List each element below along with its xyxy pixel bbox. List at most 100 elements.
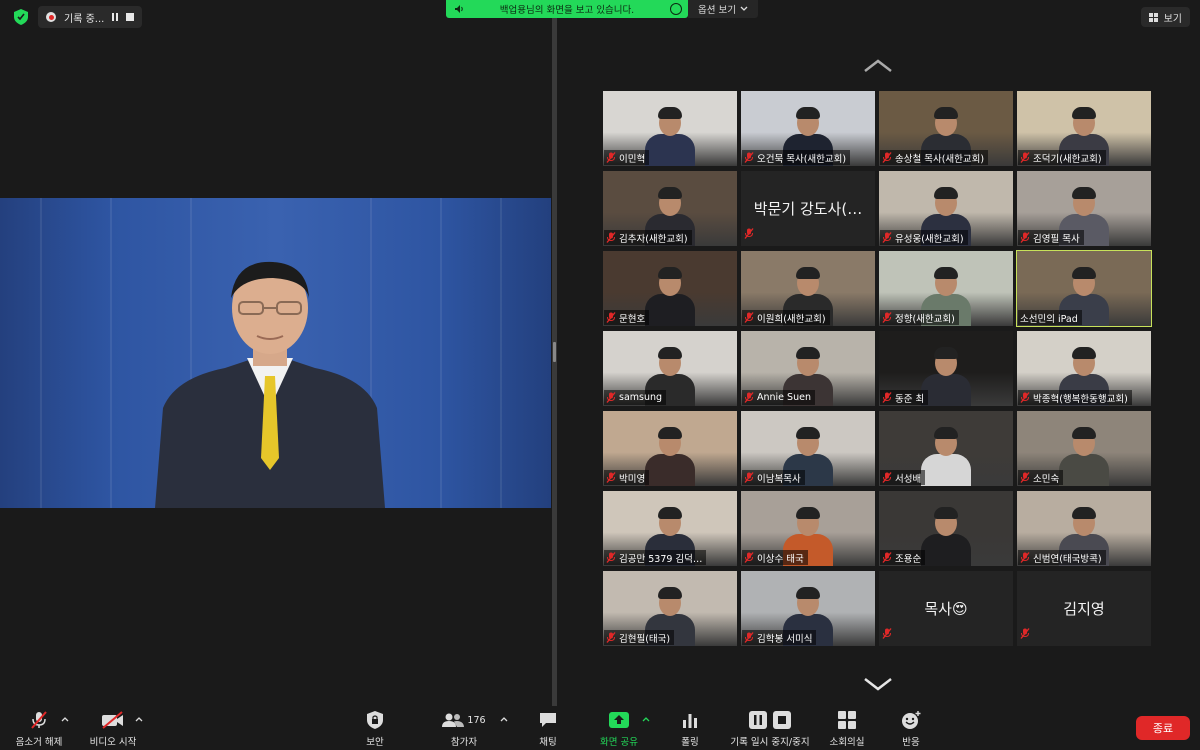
gallery-view-button[interactable]: 보기 [1140,7,1190,27]
participant-tile[interactable]: 박문기 강도사(… [741,171,875,246]
participant-tile[interactable]: 김현필(태국) [603,571,737,646]
chat-button[interactable]: 채팅 [530,706,566,750]
participant-tile[interactable]: 김추자(새한교회) [603,171,737,246]
participant-name: 이남복목사 [757,473,801,485]
participant-name: 서성배 [895,473,922,485]
participant-tile[interactable]: 박종혁(행복한동행교회) [1017,331,1151,406]
unmute-button[interactable]: 음소거 해제 [12,706,66,750]
participant-tile[interactable]: 조용순 [879,491,1013,566]
gallery-page-down-icon[interactable] [862,676,894,692]
start-video-button[interactable]: 비디오 시작 [86,706,140,750]
participant-tile[interactable]: 신범연(태국방콕) [1017,491,1151,566]
participant-namebar: 김추자(새한교회) [604,230,692,245]
participant-tile[interactable]: 조덕기(새한교회) [1017,91,1151,166]
pause-recording-icon[interactable] [112,13,119,21]
recording-label: 기록 중... [64,13,105,25]
participants-button[interactable]: 176 참가자 [440,706,488,750]
participant-tile[interactable]: 김학봉 서미식 [741,571,875,646]
gallery-page-up-icon[interactable] [862,58,894,74]
breakout-rooms-button[interactable]: 소회의실 [824,706,870,750]
participant-name: 김현필(태국) [619,633,671,645]
shared-screen-pane [0,0,552,706]
participant-tile[interactable]: Annie Suen [741,331,875,406]
mic-muted-icon [606,152,616,163]
audio-options-chevron-icon[interactable] [61,716,69,722]
mic-muted-icon [1020,392,1030,403]
mic-muted-icon [882,152,892,163]
participant-tile[interactable]: 목사😍 [879,571,1013,646]
encryption-shield-icon[interactable] [10,6,32,28]
participant-tile[interactable]: 박미영 [603,411,737,486]
participant-tile[interactable]: 이상수 태국 [741,491,875,566]
participant-tile[interactable]: 소선민의 iPad [1016,250,1152,327]
participant-tile[interactable]: 송상철 목사(새한교회) [879,91,1013,166]
participant-namebar: 소선민의 iPad [1018,310,1082,325]
participant-tile[interactable]: 서성배 [879,411,1013,486]
split-view-divider[interactable] [552,0,557,706]
participant-gallery: 이민혁 오건묵 목사(새한교회) 송상철 목사(새한교회) 조덕기(새한교회) 김추자(… [603,91,1155,646]
participant-name: 박문기 강도사(… [753,200,863,218]
share-options-chevron-icon[interactable] [642,716,650,722]
participant-figure [919,424,973,486]
mic-muted-icon [1020,472,1030,483]
mic-muted-icon [882,232,892,243]
participants-options-chevron-icon[interactable] [500,716,508,722]
mic-muted-icon [882,472,892,483]
participant-namebar: 정향(새한교회) [880,310,959,325]
chevron-down-icon [740,6,748,11]
participant-namebar: 동준 최 [880,390,929,405]
participant-tile[interactable]: 동준 최 [879,331,1013,406]
mic-muted-icon [1020,552,1030,563]
participant-tile[interactable]: 정향(새한교회) [879,251,1013,326]
participant-tile[interactable]: 이남복목사 [741,411,875,486]
participant-tile[interactable]: 김공만 5379 김덕… [603,491,737,566]
security-button[interactable]: 보안 [355,706,395,750]
recording-dot-icon [46,12,56,22]
participant-tile[interactable]: 김지영 [1017,571,1151,646]
participant-tile[interactable]: 김영필 목사 [1017,171,1151,246]
chat-bubble-icon [540,713,556,727]
mic-muted-icon [606,552,616,563]
mic-muted-icon [744,312,754,323]
participant-namebar: 조용순 [880,550,926,565]
breakout-rooms-icon [838,711,856,729]
participant-tile[interactable]: 문현호 [603,251,737,326]
zoom-meeting-window: 기록 중... 백업용님의 화면을 보고 있습니다. 옵션 보기 보기 이민혁 오… [0,0,1200,750]
pause-stop-recording-button[interactable]: 기록 일시 중지/중지 [726,706,814,750]
stop-recording-icon[interactable] [126,13,135,21]
recording-indicator: 기록 중... [38,6,143,28]
reactions-button[interactable]: 반응 [894,706,928,750]
participant-namebar: 이상수 태국 [742,550,808,565]
mic-muted-icon [606,312,616,323]
participant-namebar: samsung [604,390,667,405]
participant-name: 김영필 목사 [1033,233,1080,245]
participant-namebar: Annie Suen [742,390,815,405]
participant-name: 조덕기(새한교회) [1033,153,1102,165]
participant-tile[interactable]: 이민혁 [603,91,737,166]
participants-label: 참가자 [450,737,478,748]
participant-tile[interactable]: 이원희(새한교회) [741,251,875,326]
participant-figure [643,264,697,326]
security-label: 보안 [366,737,384,748]
mic-muted-icon [606,632,616,643]
participant-tile[interactable]: 유성웅(새한교회) [879,171,1013,246]
reactions-label: 반응 [902,737,920,748]
participant-name: 소민숙 [1033,473,1060,485]
video-options-chevron-icon[interactable] [135,716,143,722]
mic-muted-icon [606,472,616,483]
share-screen-button[interactable]: 화면 공유 [596,706,642,750]
participant-namebar: 유성웅(새한교회) [880,230,968,245]
participant-tile[interactable]: 소민숙 [1017,411,1151,486]
polls-button[interactable]: 폴링 [672,706,708,750]
participant-name: 이민혁 [619,153,646,165]
participant-name: 신범연(태국방콕) [1033,553,1102,565]
view-options-dropdown[interactable]: 옵션 보기 [688,0,758,18]
mic-muted-icon [1020,152,1030,163]
participant-tile[interactable]: samsung [603,331,737,406]
share-screen-label: 화면 공유 [600,737,638,748]
end-meeting-button[interactable]: 종료 [1136,716,1190,740]
info-icon[interactable] [670,3,682,15]
participant-tile[interactable]: 오건묵 목사(새한교회) [741,91,875,166]
mic-muted-icon [882,552,892,563]
security-shield-icon [367,711,383,729]
